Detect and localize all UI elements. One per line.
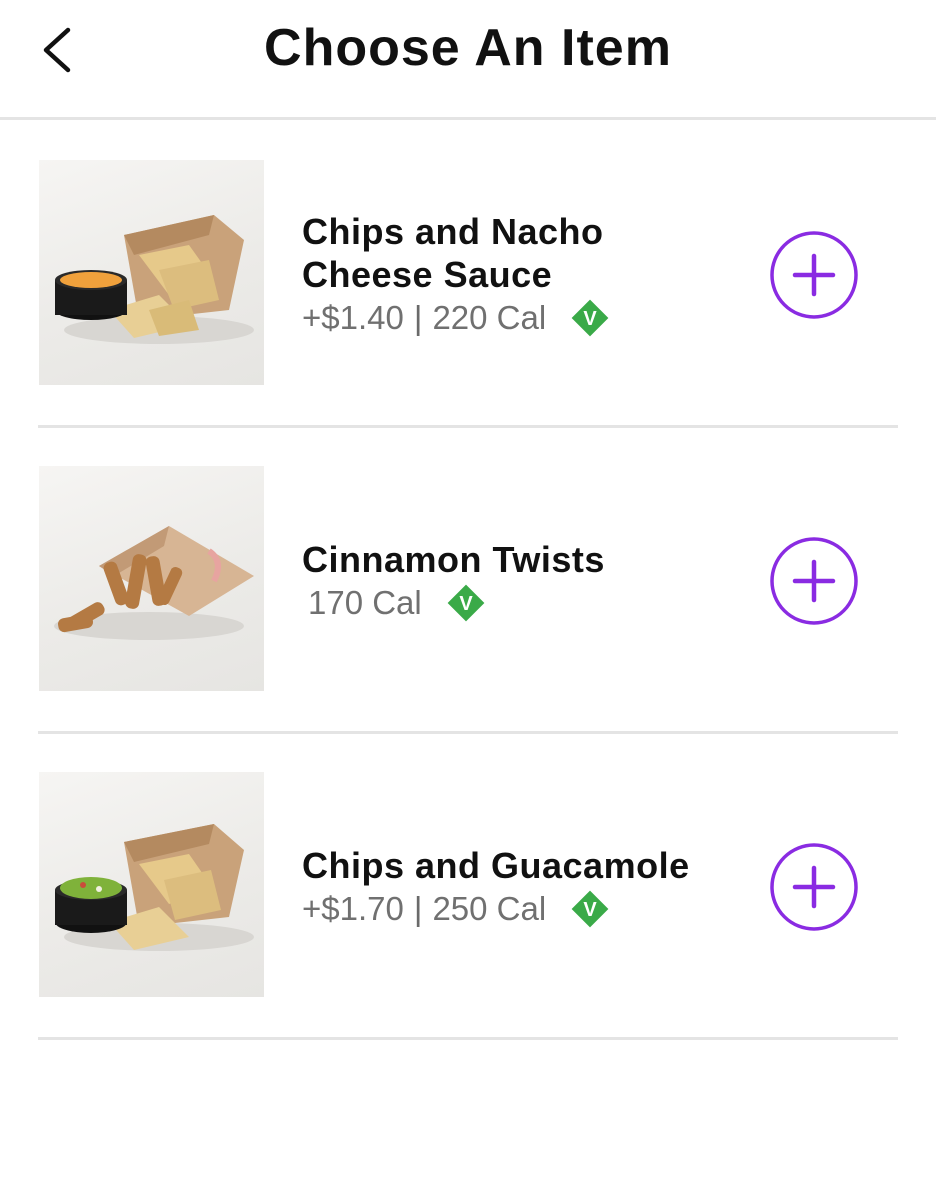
list-item[interactable]: Chips and Guacamole +$1.70 | 250 Cal V	[38, 734, 898, 1040]
meta-separator: |	[413, 299, 423, 336]
item-name: Chips and Nacho	[302, 211, 604, 252]
plus-circle-icon	[770, 231, 858, 319]
page-title: Choose An Item	[264, 19, 672, 77]
list-item[interactable]: Cinnamon Twists 170 Cal V	[38, 428, 898, 734]
svg-text:V: V	[584, 899, 598, 921]
item-name-line2: Cheese Sauce	[302, 254, 553, 295]
meta-separator: |	[413, 890, 423, 927]
vegetarian-badge-icon: V	[570, 889, 610, 929]
item-meta: 170 Cal V	[302, 583, 605, 623]
add-button[interactable]	[769, 230, 859, 320]
chips-and-guacamole-image	[39, 772, 264, 997]
list-item[interactable]: Chips and Nacho Cheese Sauce +$1.40 | 22…	[38, 122, 898, 428]
cinnamon-twists-image	[39, 466, 264, 691]
item-calories: 250 Cal	[432, 890, 547, 927]
item-meta: +$1.70 | 250 Cal V	[302, 889, 690, 929]
vegetarian-badge-icon: V	[446, 583, 486, 623]
item-list: Chips and Nacho Cheese Sauce +$1.40 | 22…	[38, 122, 898, 1040]
item-calories: 220 Cal	[432, 299, 547, 336]
plus-circle-icon	[770, 843, 858, 931]
top-bar: Choose An Item	[0, 0, 936, 120]
svg-text:V: V	[459, 593, 473, 615]
chips-and-nacho-cheese-image	[39, 160, 264, 385]
plus-circle-icon	[770, 537, 858, 625]
item-price: +$1.70	[302, 890, 404, 927]
item-name: Cinnamon Twists	[302, 539, 605, 580]
add-button[interactable]	[769, 842, 859, 932]
item-calories: 170 Cal	[308, 584, 422, 621]
add-button[interactable]	[769, 536, 859, 626]
item-price: +$1.40	[302, 299, 404, 336]
item-meta: +$1.40 | 220 Cal V	[302, 298, 610, 338]
item-name: Chips and Guacamole	[302, 845, 690, 886]
svg-text:V: V	[584, 308, 598, 330]
vegetarian-badge-icon: V	[570, 298, 610, 338]
